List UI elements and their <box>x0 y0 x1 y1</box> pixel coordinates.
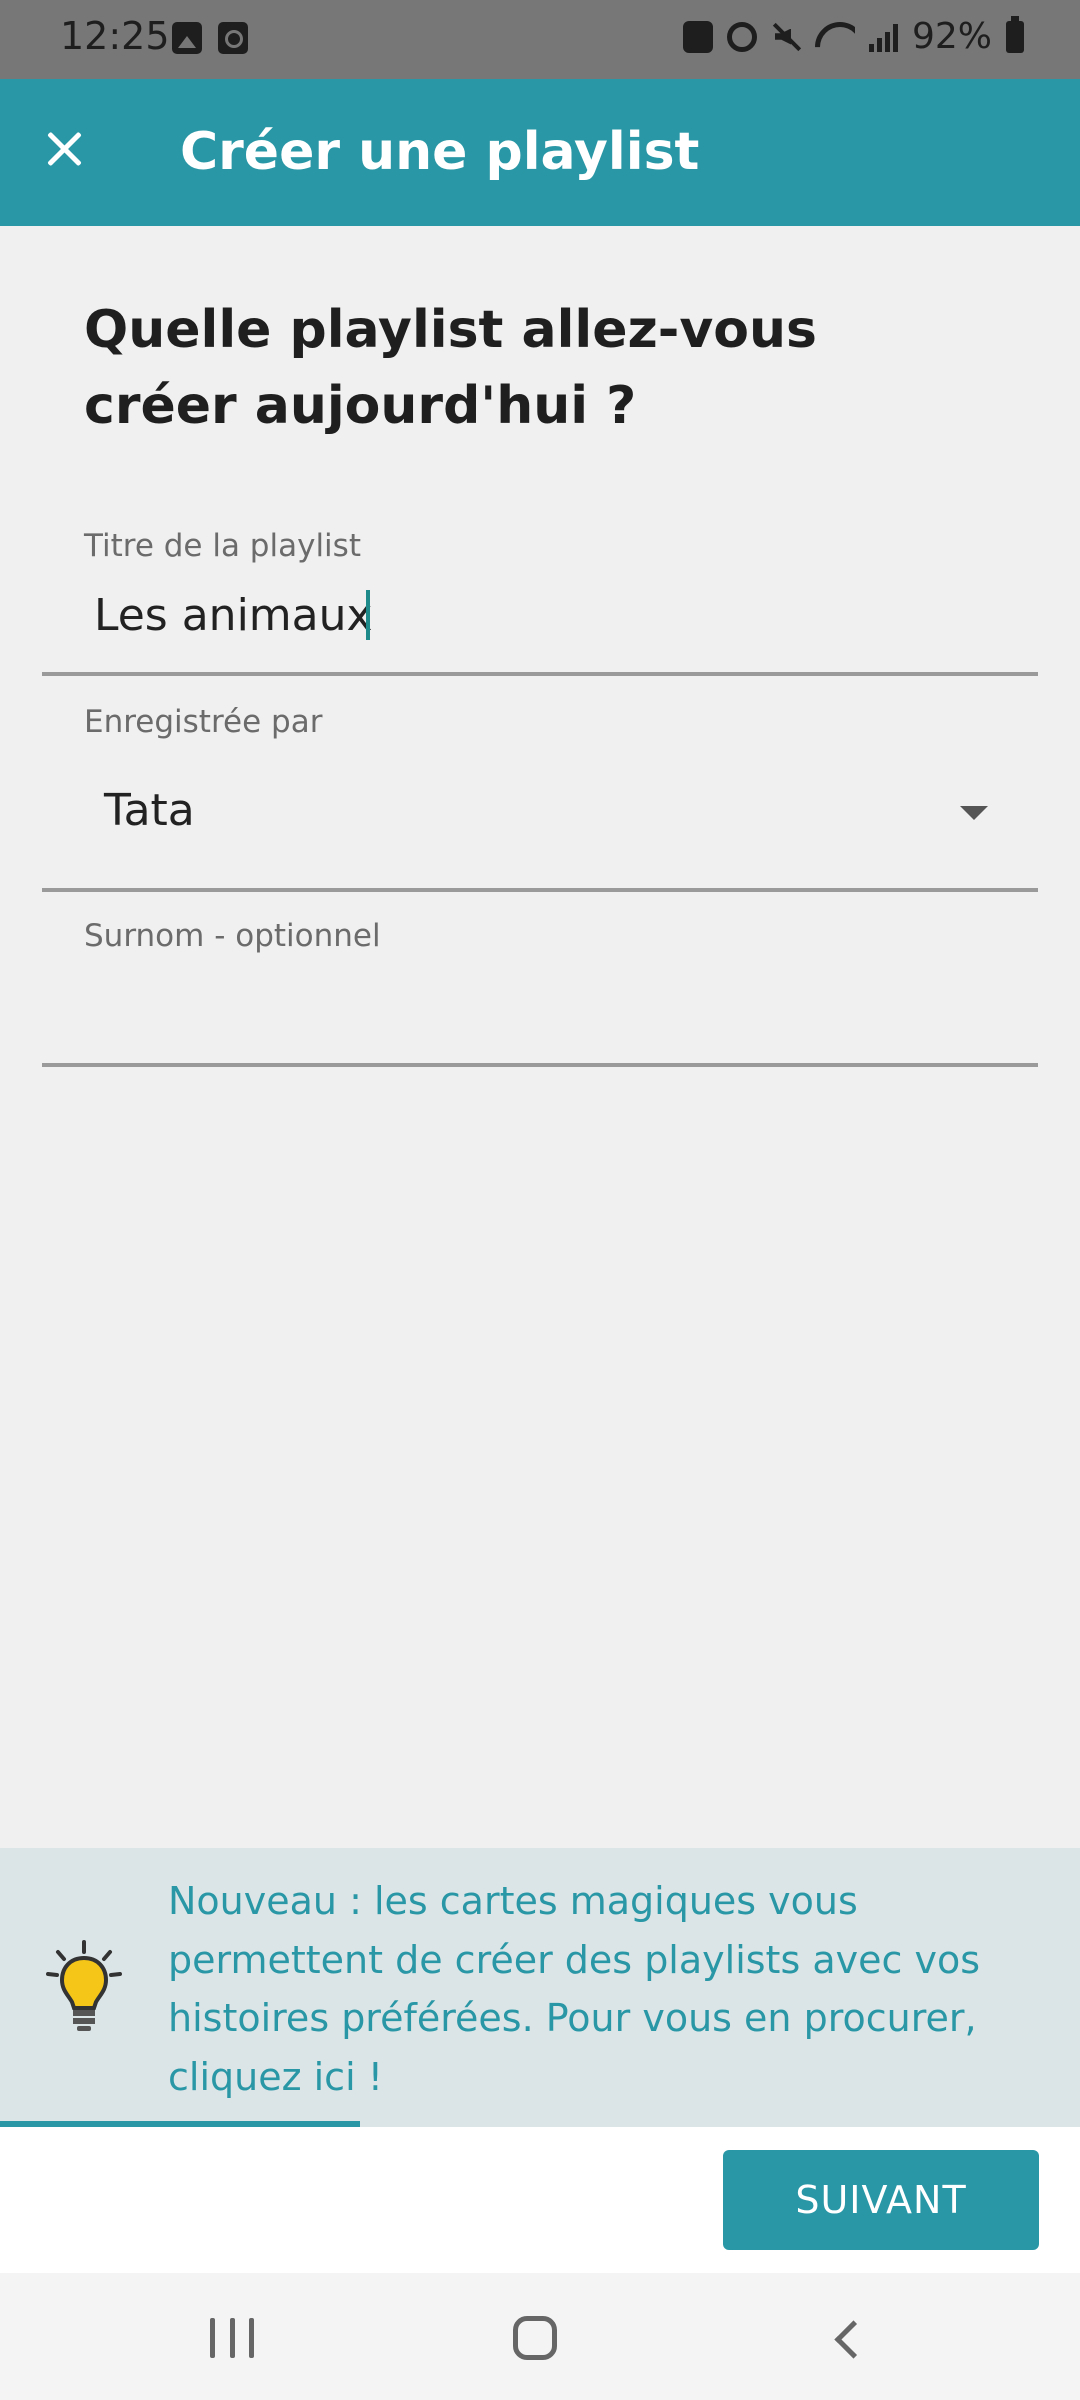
dropdown-arrow-icon <box>960 806 988 820</box>
recorded-by-label: Enregistrée par <box>84 704 323 740</box>
alarm-icon <box>726 21 757 52</box>
status-left-icons <box>172 22 248 54</box>
recorded-by-value: Tata <box>104 785 195 836</box>
nickname-label: Surnom - optionnel <box>84 918 381 954</box>
text-caret <box>366 590 370 640</box>
battery-percent: 92% <box>911 16 992 57</box>
close-icon[interactable] <box>34 119 94 179</box>
recents-icon[interactable] <box>210 2318 254 2358</box>
back-icon[interactable] <box>826 2318 866 2358</box>
clock-app-icon <box>218 22 248 54</box>
status-bar: 12:25 92% <box>0 0 1080 79</box>
page-title: Créer une playlist <box>180 122 700 182</box>
banner-text[interactable]: Nouveau : les cartes magiques vous perme… <box>168 1872 1028 2106</box>
nickname-input[interactable] <box>84 965 1034 1055</box>
signal-icon <box>868 22 898 52</box>
battery-icon <box>1006 15 1024 53</box>
title-field-label: Titre de la playlist <box>84 528 361 564</box>
image-icon <box>172 22 202 54</box>
title-field-underline <box>42 672 1038 676</box>
wifi-icon <box>815 22 855 52</box>
home-icon[interactable] <box>513 2316 557 2360</box>
mute-icon <box>771 21 801 53</box>
next-button[interactable]: SUIVANT <box>723 2150 1039 2250</box>
lightbulb-icon <box>46 1940 122 2031</box>
status-right-icons: 92% <box>682 15 1024 57</box>
app-bar: Créer une playlist <box>0 79 1080 226</box>
title-input[interactable] <box>94 580 994 650</box>
recorded-by-underline <box>42 888 1038 892</box>
form-question: Quelle playlist allez-vous créer aujourd… <box>84 300 817 436</box>
status-time: 12:25 <box>60 14 170 58</box>
lock-icon <box>682 20 713 53</box>
nickname-underline <box>42 1063 1038 1067</box>
